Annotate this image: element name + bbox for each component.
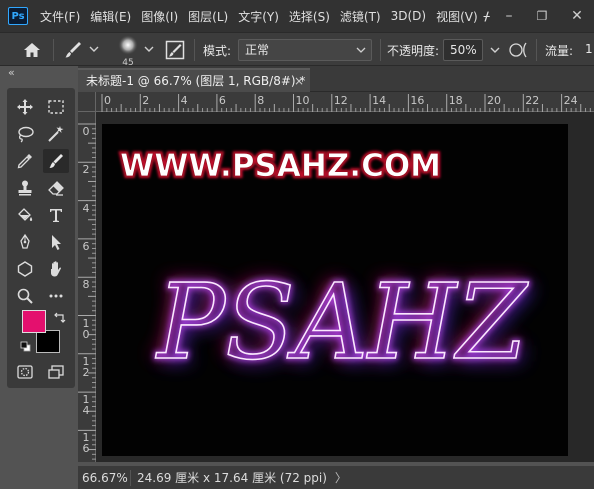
default-colors-icon[interactable] <box>20 341 32 353</box>
magic-wand-tool-icon[interactable] <box>43 122 69 146</box>
home-icon[interactable] <box>20 40 44 60</box>
ruler-label: 8 <box>257 94 265 107</box>
ruler-label: 8 <box>82 278 90 292</box>
swap-colors-icon[interactable] <box>53 312 67 324</box>
vertical-ruler[interactable]: 0 2 4 6 8 1 0 1 2 1 4 1 6 <box>78 112 96 462</box>
chevron-down-icon[interactable] <box>487 42 503 58</box>
path-selection-tool-icon[interactable] <box>43 230 69 254</box>
document-size: 24.69 厘米 x 17.64 厘米 (72 ppi) <box>137 471 327 485</box>
ruler-label: 1 6 <box>82 431 90 456</box>
minimize-button[interactable]: – <box>492 0 526 32</box>
chevron-down-icon[interactable] <box>88 43 100 55</box>
toolbar <box>7 88 75 388</box>
ruler-label: 4 <box>82 201 90 215</box>
ruler-label: 16 <box>410 94 425 107</box>
brush-preset-picker[interactable]: 45 <box>116 35 140 68</box>
menu-edit[interactable]: 编辑(E) <box>90 8 131 25</box>
opacity-value: 50% <box>450 43 477 57</box>
menu-3d[interactable]: 3D(D) <box>391 9 426 23</box>
menu-file[interactable]: 文件(F) <box>40 8 80 25</box>
menu-view[interactable]: 视图(V) <box>436 8 478 25</box>
ruler-label: 1 2 <box>82 354 90 379</box>
ruler-label: 1 0 <box>82 316 90 341</box>
opacity-input[interactable]: 50% <box>443 39 483 61</box>
status-menu-arrow[interactable]: 〉 <box>335 469 347 486</box>
flow-value[interactable]: 1 <box>585 42 593 56</box>
more-tools-icon[interactable] <box>43 284 69 308</box>
ruler-label: 10 <box>295 94 310 107</box>
close-window-button[interactable]: ✕ <box>560 0 594 32</box>
brush-settings-icon[interactable] <box>164 39 186 61</box>
foreground-color-swatch[interactable] <box>22 310 46 333</box>
ruler-label: 12 <box>333 94 348 107</box>
flow-label: 流量: <box>545 44 574 58</box>
pen-tool-icon[interactable] <box>12 230 38 254</box>
ruler-label: 2 <box>82 163 90 177</box>
pressure-opacity-icon[interactable] <box>508 40 530 60</box>
menu-select[interactable]: 选择(S) <box>289 8 330 25</box>
document-tab[interactable]: 未标题-1 @ 66.7% (图层 1, RGB/8#) * × <box>78 68 310 92</box>
restore-button[interactable]: ❐ <box>525 0 559 32</box>
shape-tool-icon[interactable] <box>12 257 38 281</box>
ruler-label: 6 <box>218 94 226 107</box>
quick-mask-icon[interactable] <box>12 360 38 384</box>
zoom-tool-icon[interactable] <box>12 284 38 308</box>
neon-art-text: PSAHZ <box>155 261 529 383</box>
ruler-label: 22 <box>525 94 540 107</box>
lasso-tool-icon[interactable] <box>12 122 38 146</box>
eyedropper-tool-icon[interactable] <box>12 149 38 173</box>
menu-filter[interactable]: 滤镜(T) <box>340 8 381 25</box>
chevron-down-icon[interactable] <box>143 43 155 55</box>
menu-layer[interactable]: 图层(L) <box>188 8 228 25</box>
chevron-down-icon <box>356 47 366 53</box>
eraser-tool-icon[interactable] <box>43 176 69 200</box>
watermark-text: WWW.PSAHZ.COM <box>120 148 441 184</box>
document-tab-bar: 未标题-1 @ 66.7% (图层 1, RGB/8#) * × <box>78 66 594 92</box>
brush-tool-icon[interactable] <box>43 149 69 173</box>
ruler-label: 0 <box>104 94 111 107</box>
menu-image[interactable]: 图像(I) <box>141 8 178 25</box>
ruler-label: 24 <box>563 94 578 107</box>
status-bar: 66.67% 24.69 厘米 x 17.64 厘米 (72 ppi) 〉 <box>78 466 594 489</box>
collapse-panel-icon[interactable]: « <box>8 66 15 79</box>
screen-mode-icon[interactable] <box>43 360 69 384</box>
document-canvas[interactable]: WWW.PSAHZ.COM WWW.PSAHZ.COM PSAHZ PSAHZ … <box>102 124 568 456</box>
horizontal-ruler[interactable]: 0 2 4 6 8 10 12 14 16 18 20 22 24 <box>96 92 594 112</box>
options-bar: 45 模式: 正常 不透明度: 50% 流量: 1 <box>0 32 594 68</box>
ruler-label: 0 <box>82 125 90 138</box>
hand-tool-icon[interactable] <box>43 257 69 281</box>
paint-bucket-tool-icon[interactable] <box>12 203 38 227</box>
menu-bar: Ps 文件(F) 编辑(E) 图像(I) 图层(L) 文字(Y) 选择(S) 滤… <box>0 0 594 32</box>
ruler-label: 18 <box>448 94 463 107</box>
ruler-label: 6 <box>82 239 90 253</box>
background-color-swatch[interactable] <box>36 330 60 353</box>
mode-dropdown[interactable]: 正常 <box>238 39 372 61</box>
brush-tool-icon[interactable] <box>62 39 84 61</box>
move-tool-icon[interactable] <box>12 95 38 119</box>
mode-value: 正常 <box>245 43 270 57</box>
menu-type[interactable]: 文字(Y) <box>238 8 279 25</box>
opacity-label: 不透明度: <box>387 44 440 58</box>
ruler-label: 1 4 <box>82 393 90 418</box>
marquee-tool-icon[interactable] <box>43 95 69 119</box>
photoshop-logo: Ps <box>8 7 28 25</box>
close-tab-button[interactable]: × <box>294 70 304 92</box>
ruler-label: 2 <box>142 94 150 107</box>
ruler-corner[interactable] <box>78 92 96 112</box>
zoom-level[interactable]: 66.67% <box>82 471 128 485</box>
ruler-label: 4 <box>180 94 188 107</box>
type-tool-icon[interactable] <box>43 203 69 227</box>
clone-stamp-tool-icon[interactable] <box>12 176 38 200</box>
ruler-label: 20 <box>487 94 501 107</box>
menu-more[interactable]: ᚋ <box>484 9 490 23</box>
mode-label: 模式: <box>203 44 232 58</box>
document-tab-title: 未标题-1 @ 66.7% (图层 1, RGB/8#) * <box>86 74 306 88</box>
ruler-label: 14 <box>372 94 387 107</box>
